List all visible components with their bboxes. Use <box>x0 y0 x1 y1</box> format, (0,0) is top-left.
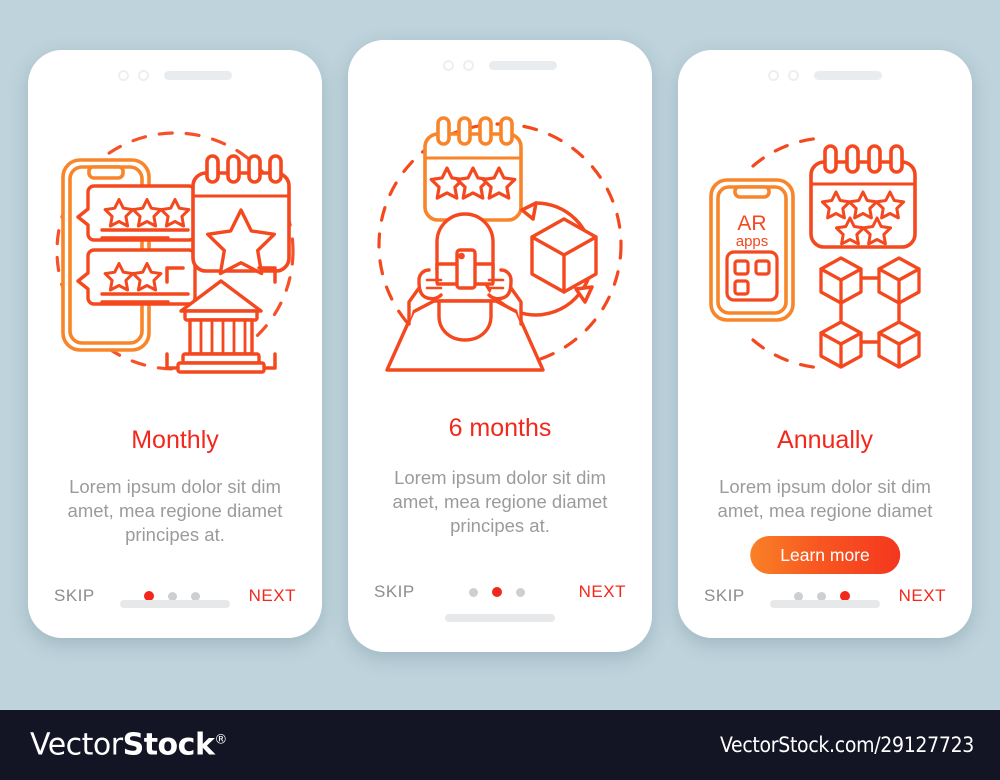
learn-more-button[interactable]: Learn more <box>750 536 900 574</box>
onboarding-nav: SKIP NEXT <box>374 582 626 602</box>
page-description: Lorem ipsum dolor sit dim amet, mea regi… <box>717 476 933 521</box>
phone-notch-bar <box>678 70 972 81</box>
page-title: Monthly <box>131 426 219 454</box>
sensor-icon <box>138 70 149 81</box>
watermark-url: VectorStock.com/29127723 <box>720 733 974 757</box>
home-indicator <box>120 600 230 608</box>
page-title: Annually <box>777 426 873 454</box>
apps-label: apps <box>736 233 769 250</box>
camera-icon <box>443 60 454 71</box>
home-indicator <box>445 614 555 622</box>
logo-text-part1: Vector <box>30 727 123 763</box>
skip-button[interactable]: SKIP <box>54 586 95 606</box>
illustration-annually: AR apps <box>678 108 972 398</box>
onboarding-card-monthly: Monthly Lorem ipsum dolor sit dim amet, … <box>28 50 322 638</box>
skip-button[interactable]: SKIP <box>374 582 415 602</box>
illustration-six-months <box>348 90 652 390</box>
phone-notch-bar <box>28 70 322 81</box>
next-button[interactable]: NEXT <box>579 582 626 602</box>
next-button[interactable]: NEXT <box>899 586 946 606</box>
registered-mark-icon: ® <box>214 732 227 748</box>
skip-button[interactable]: SKIP <box>704 586 745 606</box>
speaker-bar <box>164 71 232 80</box>
illustration-monthly <box>28 108 322 398</box>
sensor-icon <box>788 70 799 81</box>
pagination-dot-3[interactable] <box>515 587 525 597</box>
pagination-dots <box>468 587 525 597</box>
home-indicator <box>770 600 880 608</box>
onboarding-card-six-months: 6 months Lorem ipsum dolor sit dim amet,… <box>348 40 652 652</box>
camera-icon <box>768 70 779 81</box>
speaker-bar <box>814 71 882 80</box>
page-title: 6 months <box>448 414 552 442</box>
camera-icon <box>118 70 129 81</box>
speaker-bar <box>489 61 557 70</box>
phone-notch-bar <box>348 60 652 71</box>
screenshot-root: Monthly Lorem ipsum dolor sit dim amet, … <box>0 0 1000 780</box>
pagination-dot-1[interactable] <box>468 587 478 597</box>
next-button[interactable]: NEXT <box>249 586 296 606</box>
vectorstock-logo: VectorStock® <box>30 728 227 763</box>
pagination-dot-2[interactable] <box>491 587 502 597</box>
onboarding-card-annually: AR apps Annually Lorem ipsum dolor sit d… <box>678 50 972 638</box>
sensor-icon <box>463 60 474 71</box>
page-description: Lorem ipsum dolor sit dim amet, mea regi… <box>392 467 608 536</box>
page-description: Lorem ipsum dolor sit dim amet, mea regi… <box>67 476 283 545</box>
watermark-footer: VectorStock® VectorStock.com/29127723 <box>0 710 1000 780</box>
ar-label: AR <box>737 212 766 235</box>
logo-text-part2: Stock <box>122 727 215 763</box>
